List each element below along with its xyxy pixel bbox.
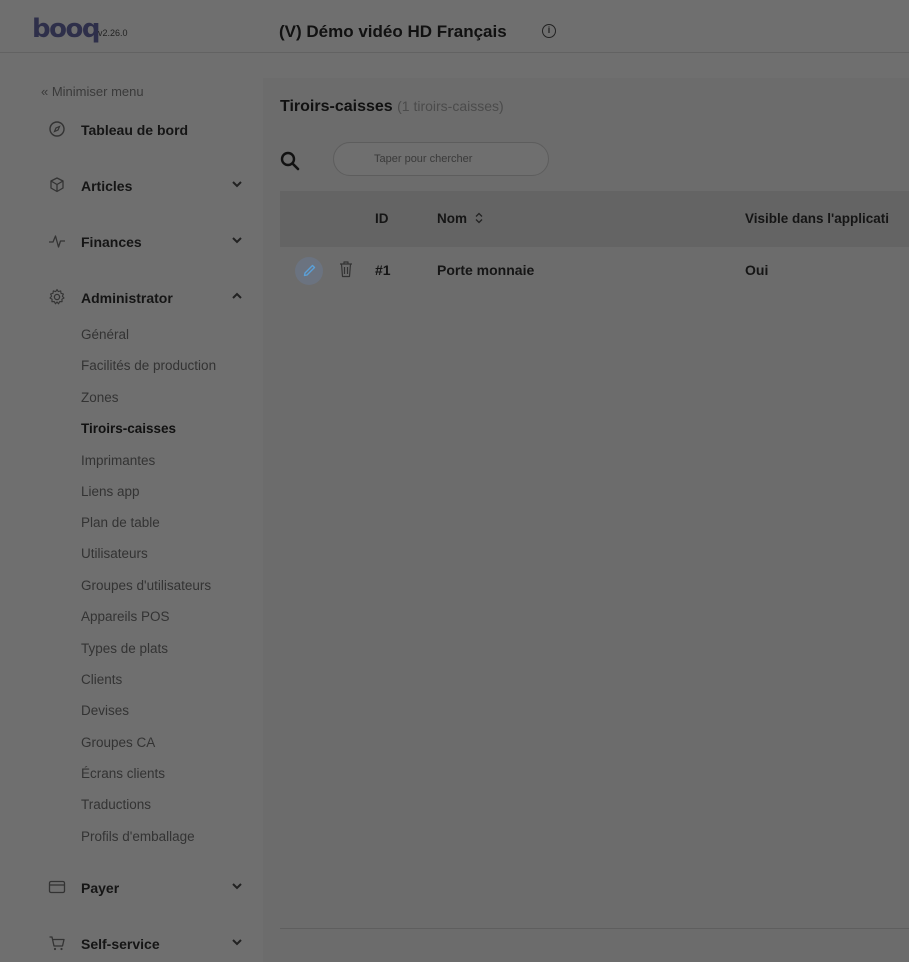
cell-name: Porte monnaie (437, 262, 535, 278)
sidebar-subitem-customer-screens[interactable]: Écrans clients (81, 766, 165, 781)
sidebar: « Minimiser menu Tableau de bord Article… (0, 54, 263, 962)
sidebar-subitem-general[interactable]: Général (81, 327, 129, 342)
chevron-down-icon (232, 237, 242, 244)
page-title-text: Tiroirs-caisses (280, 98, 393, 115)
sidebar-subitem-dish-types[interactable]: Types de plats (81, 641, 168, 656)
card-icon (48, 880, 66, 894)
column-header-id[interactable]: ID (375, 211, 389, 226)
cell-id: #1 (375, 262, 391, 278)
box-icon (50, 177, 64, 193)
info-icon[interactable]: i (542, 24, 556, 38)
chevron-down-icon (232, 939, 242, 946)
sidebar-item-label: Articles (81, 178, 133, 194)
sort-icon (475, 212, 483, 224)
sidebar-item-label: Administrator (81, 290, 173, 306)
sidebar-subitem-cash-drawers[interactable]: Tiroirs-caisses (81, 421, 176, 436)
table-header: ID Nom Visible dans l'applicati (280, 191, 909, 247)
table-row[interactable]: #1 Porte monnaie Oui (280, 247, 909, 297)
search-icon[interactable] (280, 151, 300, 171)
sidebar-item-administrator[interactable]: Administrator (0, 284, 263, 312)
sidebar-subitem-zones[interactable]: Zones (81, 390, 119, 405)
pulse-icon (49, 235, 65, 248)
sidebar-subitem-production-facilities[interactable]: Facilités de production (81, 358, 216, 373)
sidebar-subitem-currencies[interactable]: Devises (81, 703, 129, 718)
sidebar-subitem-table-plan[interactable]: Plan de table (81, 515, 160, 530)
sidebar-subitem-user-groups[interactable]: Groupes d'utilisateurs (81, 578, 211, 593)
sidebar-subitem-clients[interactable]: Clients (81, 672, 122, 687)
column-header-name[interactable]: Nom (437, 211, 484, 226)
chevron-up-icon (232, 292, 242, 299)
minimize-menu-link[interactable]: « Minimiser menu (41, 84, 144, 99)
chevron-down-icon (232, 181, 242, 188)
sidebar-subitem-app-links[interactable]: Liens app (81, 484, 140, 499)
sidebar-subitem-pos-devices[interactable]: Appareils POS (81, 609, 170, 624)
column-header-visible[interactable]: Visible dans l'applicati (745, 211, 909, 226)
compass-icon (49, 121, 65, 137)
sidebar-subitem-printers[interactable]: Imprimantes (81, 453, 155, 468)
sidebar-item-finances[interactable]: Finances (0, 228, 263, 256)
sidebar-item-dashboard[interactable]: Tableau de bord (0, 116, 263, 144)
top-bar: booq v2.26.0 (V) Démo vidéo HD Français … (0, 0, 909, 53)
search-input[interactable] (333, 142, 549, 176)
cart-icon (49, 936, 65, 951)
sidebar-subitem-translations[interactable]: Traductions (81, 797, 151, 812)
sidebar-item-self-service[interactable]: Self-service (0, 930, 263, 958)
sidebar-item-payer[interactable]: Payer (0, 874, 263, 902)
sidebar-item-label: Payer (81, 880, 120, 896)
edit-button[interactable] (295, 257, 323, 285)
sidebar-item-label: Finances (81, 234, 142, 250)
sidebar-item-label: Tableau de bord (81, 122, 189, 138)
chevron-down-icon (232, 883, 242, 890)
page-title: Tiroirs-caisses (1 tiroirs-caisses) (280, 98, 504, 116)
version-label: v2.26.0 (98, 28, 128, 38)
gear-icon (49, 288, 65, 305)
main-content: Tiroirs-caisses (1 tiroirs-caisses) ID N… (263, 78, 909, 962)
divider (280, 928, 909, 929)
booq-logo[interactable]: booq (32, 16, 100, 42)
record-count: (1 tiroirs-caisses) (397, 98, 504, 114)
pencil-icon (303, 264, 316, 277)
sidebar-subitem-revenue-groups[interactable]: Groupes CA (81, 735, 155, 750)
cell-visible: Oui (745, 262, 769, 278)
venue-title[interactable]: (V) Démo vidéo HD Français (279, 22, 507, 42)
sidebar-subitem-users[interactable]: Utilisateurs (81, 546, 148, 561)
column-header-name-label: Nom (437, 211, 467, 226)
sidebar-item-articles[interactable]: Articles (0, 172, 263, 200)
trash-icon[interactable] (338, 259, 354, 279)
sidebar-subitem-packaging-profiles[interactable]: Profils d'emballage (81, 829, 195, 844)
sidebar-item-label: Self-service (81, 936, 160, 952)
